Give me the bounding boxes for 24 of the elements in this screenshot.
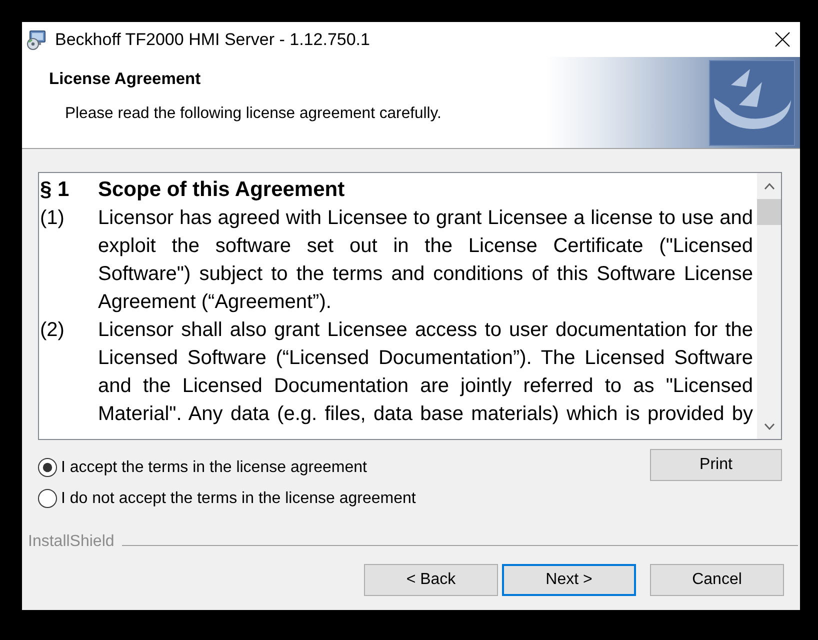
print-button[interactable]: Print [650, 449, 782, 481]
next-button[interactable]: Next > [502, 564, 636, 596]
computer-disc-icon [26, 30, 46, 50]
radio-icon[interactable] [38, 458, 57, 477]
radio-option[interactable]: I do not accept the terms in the license agreement [38, 483, 416, 514]
page-title: License Agreement [49, 69, 201, 89]
chevron-down-icon[interactable] [764, 422, 774, 430]
brand-label: InstallShield [28, 533, 114, 551]
radio-icon[interactable] [38, 489, 57, 508]
cancel-button[interactable]: Cancel [650, 564, 784, 596]
paragraph-text: Licensor has agreed with Licensee to grant Licensee a license to use and exploit the software set out in the License Certificate ("Licensed Software") subject to the terms and conditions of this Software License Agreement (“Agreement”). [98, 206, 753, 315]
close-icon[interactable] [775, 32, 790, 47]
radio-option[interactable]: I accept the terms in the license agreement [38, 452, 367, 483]
section-number: § 1 [40, 177, 70, 203]
chevron-up-icon[interactable] [764, 182, 774, 190]
paragraph-number: (2) [40, 318, 66, 343]
arrow-swirl-icon [709, 60, 795, 146]
page-subtitle: Please read the following license agreement carefully. [65, 104, 442, 124]
section-heading: Scope of this Agreement [98, 177, 346, 203]
paragraph-text: Licensor shall also grant Licensee access to user documentation for the Licensed Software (“Licensed Documentation”). The Licensed Software and the Licensed Documentation are jointly referred to as "Licensed Material". Any data (e.g. files, data base materials) which is provided by [98, 318, 753, 427]
scrollbar-thumb[interactable] [757, 199, 781, 225]
paragraph-number: (1) [40, 206, 66, 231]
window-title: Beckhoff TF2000 HMI Server - 1.12.750.1 [55, 30, 371, 50]
back-button[interactable]: < Back [364, 564, 498, 596]
